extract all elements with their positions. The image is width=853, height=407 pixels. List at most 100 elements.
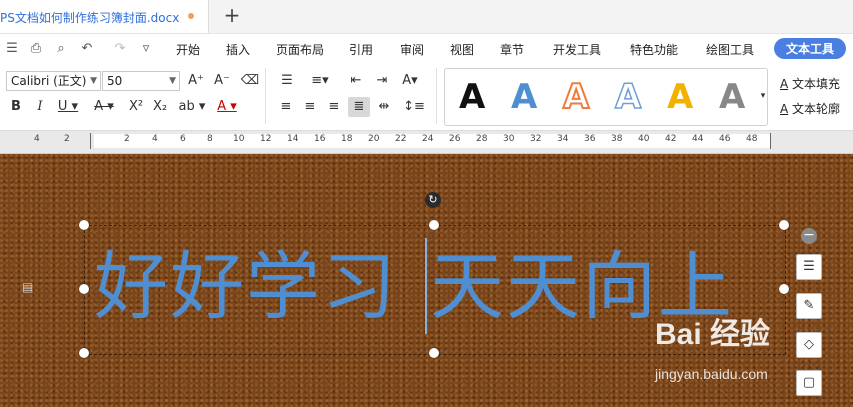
format-brush-button[interactable]: ✎ — [796, 293, 822, 319]
menu-item-special[interactable]: 特色功能 — [630, 41, 678, 58]
resize-handle-top[interactable] — [429, 220, 439, 230]
menu-item-developer[interactable]: 开发工具 — [553, 41, 601, 58]
tab-bar: PS文档如何制作练习簿封面.docx + — [0, 0, 853, 34]
ruler-label: 4 — [34, 134, 40, 144]
indent-marker-icon[interactable] — [90, 133, 91, 149]
align-center-icon[interactable]: ≡ — [300, 97, 320, 117]
ruler-label: 12 — [260, 134, 272, 144]
resize-handle-bottom[interactable] — [429, 348, 439, 358]
baidu-watermark-logo: Bai 经验 — [655, 318, 771, 351]
menu-item-text-tools[interactable]: 文本工具 — [774, 38, 847, 59]
bold-icon[interactable]: B — [6, 97, 26, 117]
line-spacing-icon[interactable]: ↕≡ — [400, 97, 428, 117]
shrink-font-icon[interactable]: A⁻ — [212, 71, 232, 91]
bullet-list-icon[interactable]: ☰ — [276, 71, 298, 91]
menu-item-view[interactable]: 视图 — [450, 41, 474, 58]
ruler-label: 38 — [611, 134, 623, 144]
ruler[interactable]: 4 2 2 4 6 8 10 12 14 16 18 20 22 24 26 2… — [0, 131, 853, 154]
menu-item-insert[interactable]: 插入 — [226, 41, 250, 58]
text-style-orange-outline[interactable]: A — [562, 78, 590, 116]
text-fill-label: 文本填充 — [792, 77, 841, 91]
text-style-yellow[interactable]: A — [667, 79, 693, 115]
clear-format-icon[interactable]: ⌫ — [240, 71, 260, 91]
resize-handle-top-right[interactable] — [779, 220, 789, 230]
text-style-blue-outline[interactable]: A — [614, 78, 642, 116]
resize-handle-right[interactable] — [779, 284, 789, 294]
ruler-label: 16 — [314, 134, 326, 144]
numbered-list-icon[interactable]: ≡▾ — [308, 71, 332, 91]
resize-handle-top-left[interactable] — [79, 220, 89, 230]
ruler-label: 22 — [395, 134, 407, 144]
ruler-label: 2 — [124, 134, 130, 144]
font-name-select[interactable]: Calibri (正文) ▼ — [6, 71, 101, 91]
ruler-label: 24 — [422, 134, 434, 144]
menu-item-review[interactable]: 审阅 — [400, 41, 424, 58]
text-outline-label: 文本轮廓 — [792, 102, 841, 116]
menu-icon[interactable]: ☰ — [4, 41, 20, 57]
redo-icon[interactable]: ↷ — [112, 41, 128, 57]
text-direction-icon[interactable]: A▾ — [398, 71, 422, 91]
decrease-indent-icon[interactable]: ⇤ — [346, 71, 366, 91]
justify-icon[interactable]: ≣ — [348, 97, 370, 117]
text-style-blue[interactable]: A — [511, 79, 537, 115]
new-tab-button[interactable]: + — [222, 5, 242, 25]
ruler-label: 30 — [503, 134, 515, 144]
menu-item-references[interactable]: 引用 — [349, 41, 373, 58]
undo-icon[interactable]: ↶ — [79, 41, 95, 57]
ruler-label: 36 — [584, 134, 596, 144]
menu-item-chapter[interactable]: 章节 — [500, 41, 524, 58]
grow-font-icon[interactable]: A⁺ — [186, 71, 206, 91]
ruler-label: 42 — [665, 134, 677, 144]
text-outline-button[interactable]: A 文本轮廓 — [780, 100, 840, 117]
highlight-icon[interactable]: ab ▾ — [178, 97, 206, 117]
font-size-select[interactable]: 50 ▼ — [102, 71, 180, 91]
ruler-label: 8 — [207, 134, 213, 144]
shape-outline-button[interactable]: ▢ — [796, 370, 822, 396]
text-style-gray[interactable]: A — [719, 79, 745, 115]
rotate-handle-icon[interactable]: ↻ — [425, 192, 441, 208]
text-style-black[interactable]: A — [459, 79, 485, 115]
wordart-text-left[interactable]: 好好学习 — [94, 242, 398, 332]
print-icon[interactable]: ⎙ — [28, 41, 44, 57]
gallery-more-icon[interactable]: ▾ — [758, 86, 768, 106]
document-tab[interactable]: PS文档如何制作练习簿封面.docx — [0, 0, 209, 33]
ruler-label: 32 — [530, 134, 542, 144]
resize-handle-left[interactable] — [79, 284, 89, 294]
layout-options-button[interactable]: ☰ — [796, 254, 822, 280]
ruler-label: 34 — [557, 134, 569, 144]
right-indent-marker-icon[interactable] — [770, 133, 771, 149]
italic-icon[interactable]: I — [30, 97, 50, 117]
ruler-label: 10 — [233, 134, 245, 144]
paste-options-icon[interactable]: ▤ — [22, 280, 36, 296]
chevron-down-icon: ▼ — [169, 76, 176, 86]
font-color-icon[interactable]: A ▾ — [214, 97, 240, 117]
text-fill-button[interactable]: A 文本填充 — [780, 75, 840, 92]
text-fill-icon: A — [780, 77, 789, 91]
align-left-icon[interactable]: ≡ — [276, 97, 296, 117]
ruler-label: 48 — [746, 134, 758, 144]
more-icon[interactable]: ▿ — [138, 41, 154, 57]
ruler-label: 4 — [152, 134, 158, 144]
underline-icon[interactable]: U ▾ — [56, 97, 80, 117]
resize-handle-bottom-left[interactable] — [79, 348, 89, 358]
ruler-label: 44 — [692, 134, 704, 144]
ruler-label: 46 — [719, 134, 731, 144]
divider — [436, 68, 437, 124]
document-tab-title: PS文档如何制作练习簿封面.docx — [0, 11, 180, 25]
increase-indent-icon[interactable]: ⇥ — [372, 71, 392, 91]
shape-fill-button[interactable]: ◇ — [796, 332, 822, 358]
align-right-icon[interactable]: ≡ — [324, 97, 344, 117]
document-canvas[interactable]: ▤ ↻ 好好学习 天天向上 − ☰ ✎ ◇ ▢ Bai 经验 jingyan.b… — [0, 154, 853, 407]
menu-item-start[interactable]: 开始 — [176, 41, 200, 58]
strikethrough-icon[interactable]: A ▾ — [92, 97, 116, 117]
ruler-label: 26 — [449, 134, 461, 144]
subscript-icon[interactable]: X₂ — [150, 97, 170, 117]
menu-item-drawing-tools[interactable]: 绘图工具 — [706, 41, 754, 58]
collapse-icon[interactable]: − — [801, 228, 817, 244]
print-preview-icon[interactable]: ⌕ — [53, 41, 69, 57]
superscript-icon[interactable]: X² — [126, 97, 146, 117]
font-name-value: Calibri (正文) — [11, 74, 87, 88]
menu-item-page-layout[interactable]: 页面布局 — [276, 41, 324, 58]
ruler-label: 20 — [368, 134, 380, 144]
distribute-icon[interactable]: ⇹ — [374, 97, 394, 117]
